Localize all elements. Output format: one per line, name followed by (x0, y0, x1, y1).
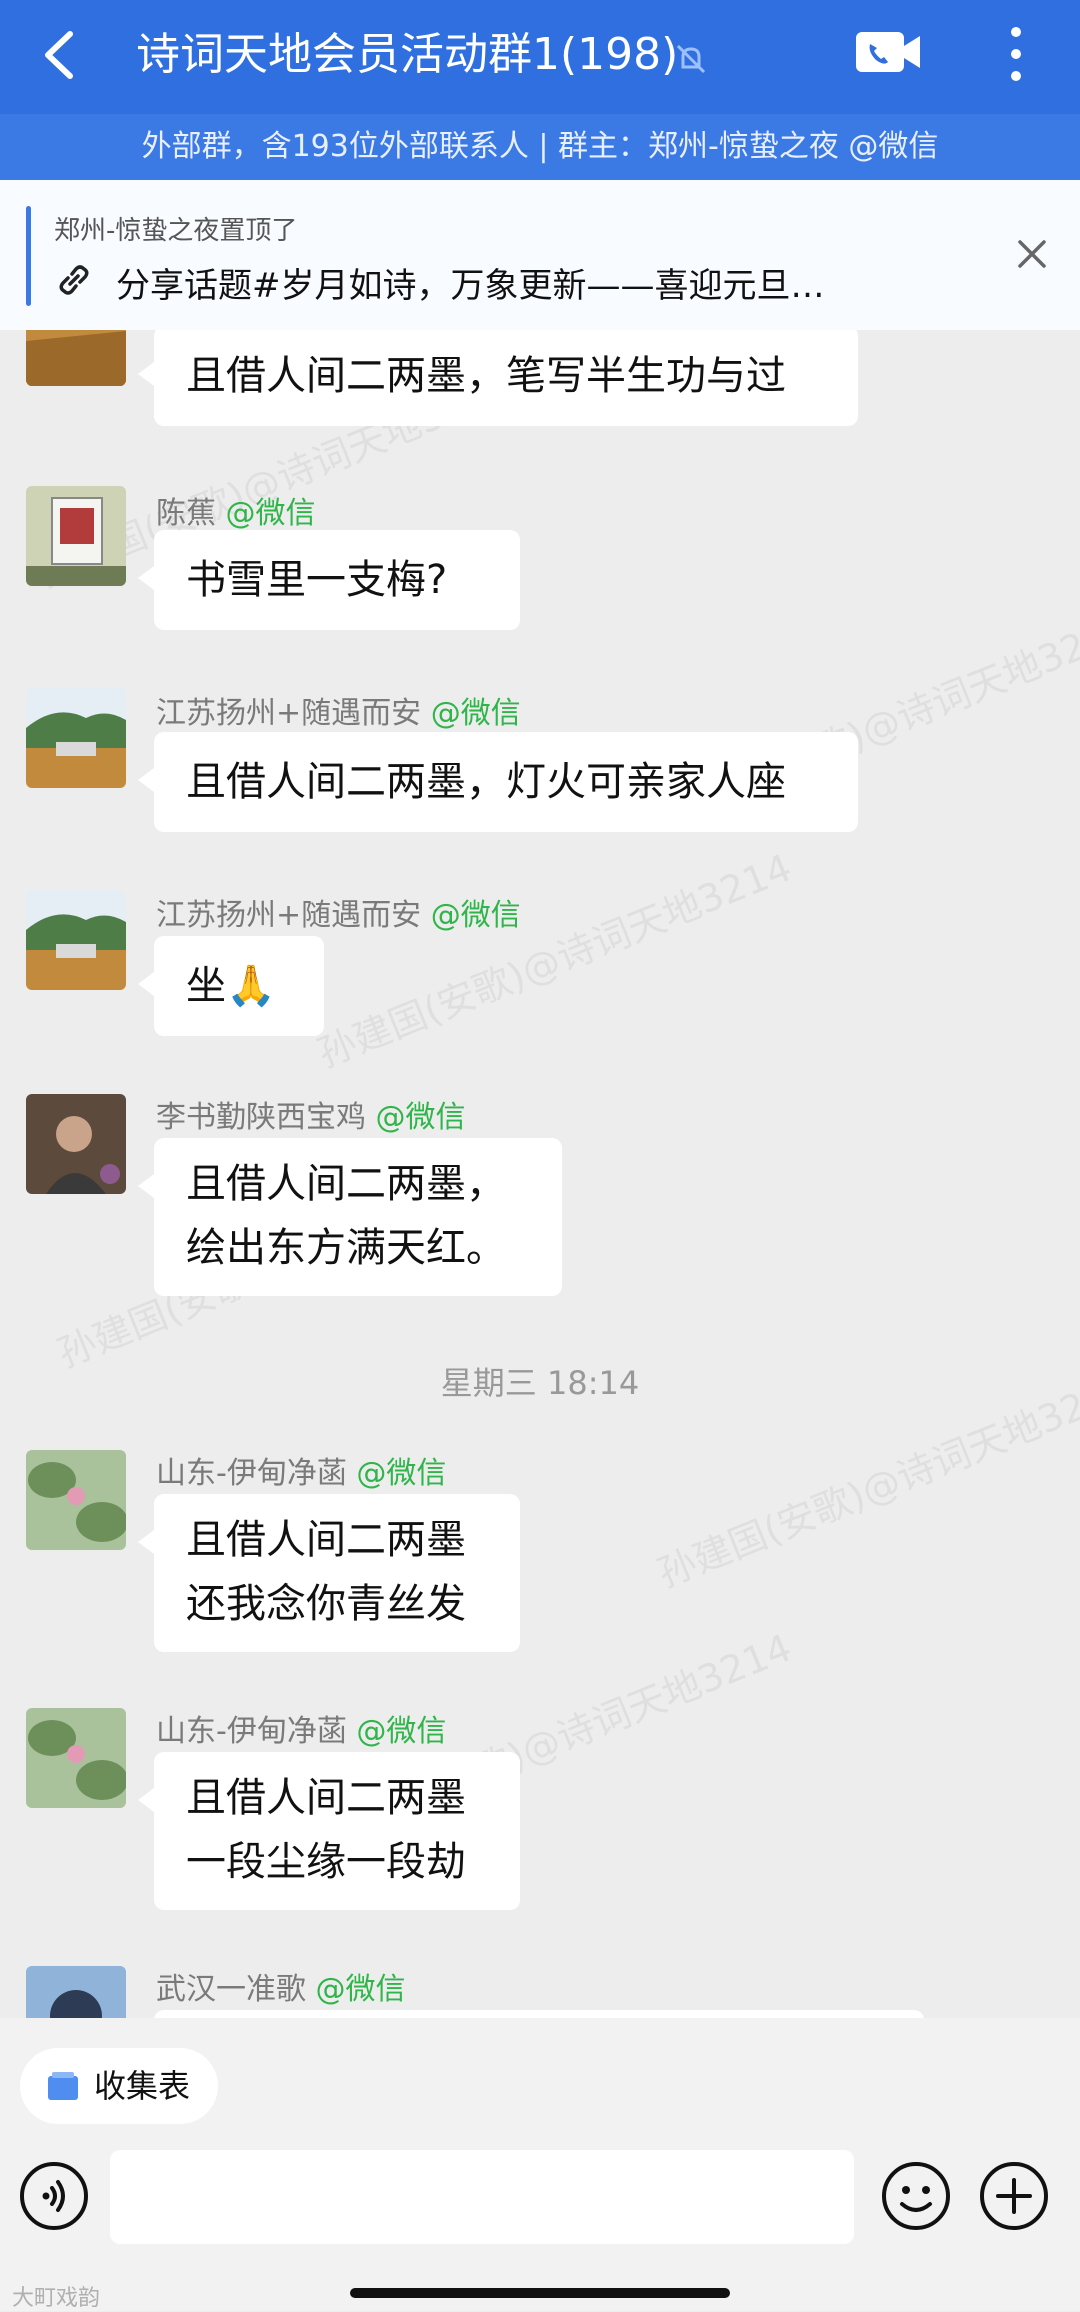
message-bubble[interactable]: 且借人间二两墨 还我念你青丝发 (138, 1494, 520, 1652)
link-icon (59, 265, 89, 295)
avatar[interactable] (26, 890, 126, 990)
message-text: 绘出东方满天红。 (186, 1225, 506, 1271)
more-icon[interactable] (996, 18, 1036, 90)
emoji-icon[interactable] (880, 2160, 952, 2232)
pinned-message[interactable]: 郑州-惊蛰之夜置顶了 分享话题#岁月如诗，万象更新——喜迎元旦… (0, 180, 1080, 330)
wechat-tag: @微信 (315, 1972, 406, 2007)
avatar[interactable] (26, 688, 126, 788)
message-text: 且借人间二两墨 (186, 1775, 466, 1821)
avatar[interactable] (26, 1450, 126, 1550)
message-input[interactable] (110, 2150, 854, 2244)
message-text: 且借人间二两墨， (186, 1161, 506, 1207)
chat-message-list[interactable]: 孙建国(安歌)@诗词天地3214 孙建国(安歌)@诗词天地3214 孙建国(安歌… (0, 330, 1080, 2018)
wechat-tag: @微信 (356, 1714, 447, 1749)
wechat-tag: @微信 (430, 898, 521, 933)
brand-watermark: 大町戏韵 (12, 2286, 101, 2311)
pinned-text: 分享话题#岁月如诗，万象更新——喜迎元旦… (116, 266, 825, 306)
chat-title: 诗词天地会员活动群1(198) (136, 29, 679, 80)
mute-icon (676, 44, 706, 74)
group-info-banner[interactable]: 外部群，含193位外部联系人 | 群主：郑州-惊蛰之夜 @微信 (0, 114, 1080, 180)
plus-icon[interactable] (978, 2160, 1050, 2232)
collect-icon (48, 2072, 78, 2100)
message-text: 还我念你青丝发 (186, 1581, 466, 1627)
message-text: 且借人间二两墨 (186, 1517, 466, 1563)
sender-name: 山东-伊甸净菡 @微信 (156, 1714, 447, 1749)
avatar[interactable] (26, 1966, 126, 2018)
message-text: 书雪里一支梅? (186, 557, 448, 603)
avatar[interactable] (26, 330, 126, 386)
bottom-input-area: 收集表 大町戏韵 (0, 2018, 1080, 2311)
message-bubble[interactable]: 且借人间二两墨， 绘出东方满天红。 (138, 1138, 562, 1296)
wechat-tag: @微信 (375, 1100, 466, 1135)
video-call-icon[interactable] (852, 24, 924, 80)
message-text: 坐🙏 (186, 963, 276, 1009)
message-bubble[interactable]: 坐🙏 (138, 936, 324, 1036)
back-arrow-icon[interactable] (26, 22, 92, 88)
sender-name: 山东-伊甸净菡 @微信 (156, 1456, 447, 1491)
avatar[interactable] (26, 1094, 126, 1194)
message-bubble[interactable] (154, 2010, 924, 2018)
sender-name: 江苏扬州+随遇而安 @微信 (156, 898, 521, 933)
home-indicator[interactable] (350, 2288, 730, 2298)
timestamp: 星期三 18:14 (440, 1364, 640, 1402)
wechat-tag: @微信 (430, 696, 521, 731)
message-bubble[interactable]: 且借人间二两墨 一段尘缘一段劫 (138, 1752, 520, 1910)
wechat-tag: @微信 (356, 1456, 447, 1491)
collect-form-button[interactable]: 收集表 (20, 2048, 219, 2124)
avatar[interactable] (26, 486, 126, 586)
wechat-tag: @微信 (225, 496, 316, 531)
avatar[interactable] (26, 1708, 126, 1808)
message-bubble[interactable]: 且借人间二两墨，笔写半生功与过 (138, 330, 858, 426)
sender-name: 李书勤陕西宝鸡 @微信 (156, 1100, 466, 1135)
close-icon[interactable] (1014, 236, 1050, 272)
pinned-owner-note: 郑州-惊蛰之夜置顶了 (54, 216, 298, 246)
message-text: 一段尘缘一段劫 (186, 1839, 466, 1885)
sender-name: 武汉一准歌 @微信 (156, 1972, 406, 2007)
pinned-indicator-bar (26, 206, 31, 306)
sender-name: 陈蕉 @微信 (156, 496, 316, 531)
sender-name: 江苏扬州+随遇而安 @微信 (156, 696, 521, 731)
message-text: 且借人间二两墨，笔写半生功与过 (186, 353, 786, 399)
title-bar: 诗词天地会员活动群1(198) (0, 0, 1080, 114)
message-text: 且借人间二两墨，灯火可亲家人座 (186, 759, 786, 805)
voice-icon[interactable] (18, 2160, 90, 2232)
message-bubble[interactable]: 且借人间二两墨，灯火可亲家人座 (138, 732, 858, 832)
watermark: 孙建国(安歌)@诗词天地3214 (311, 845, 798, 1076)
message-bubble[interactable]: 书雪里一支梅? (138, 530, 520, 630)
